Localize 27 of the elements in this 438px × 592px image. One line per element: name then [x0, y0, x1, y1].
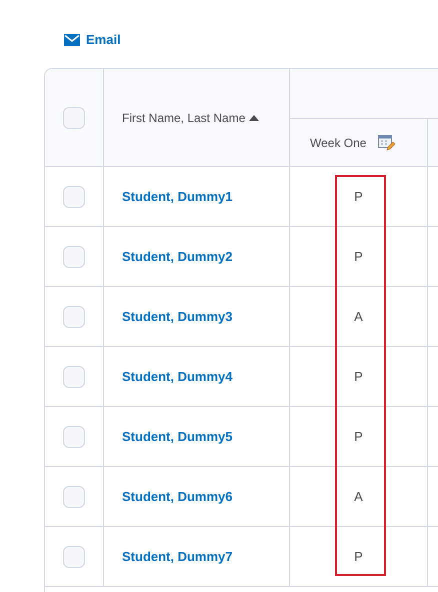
student-name-link[interactable]: Student, Dummy3 [122, 306, 233, 326]
student-name-link[interactable]: Student, Dummy4 [122, 366, 233, 386]
grade-cell-text: P [354, 548, 363, 566]
student-name-link[interactable]: Student, Dummy2 [122, 246, 233, 266]
checkbox[interactable] [63, 366, 85, 388]
grade-cell-text: P [354, 188, 363, 206]
student-name-link[interactable]: Student, Dummy1 [122, 186, 233, 206]
column-header[interactable]: First Name, Last Name [122, 108, 260, 126]
email-button[interactable]: Email [64, 30, 121, 50]
checkbox[interactable] [63, 306, 85, 328]
grade-cell-text: A [354, 308, 363, 326]
checkbox[interactable] [63, 246, 85, 268]
grade-cell-text: P [354, 368, 363, 386]
envelope-icon [64, 34, 80, 46]
grade-cell-text: P [354, 428, 363, 446]
checkbox[interactable] [63, 486, 85, 508]
checkbox[interactable] [63, 186, 85, 208]
student-name-link[interactable]: Student, Dummy7 [122, 546, 233, 566]
grade-cell-text: A [354, 488, 363, 506]
column-header: Week One [310, 134, 366, 152]
checkbox[interactable] [63, 546, 85, 568]
grade-cell-text: P [354, 248, 363, 266]
checkbox[interactable] [63, 426, 85, 448]
checkbox[interactable] [63, 106, 85, 128]
student-name-link[interactable]: Student, Dummy6 [122, 486, 233, 506]
student-name-link[interactable]: Student, Dummy5 [122, 426, 233, 446]
calendar-pencil-icon[interactable] [378, 134, 396, 150]
